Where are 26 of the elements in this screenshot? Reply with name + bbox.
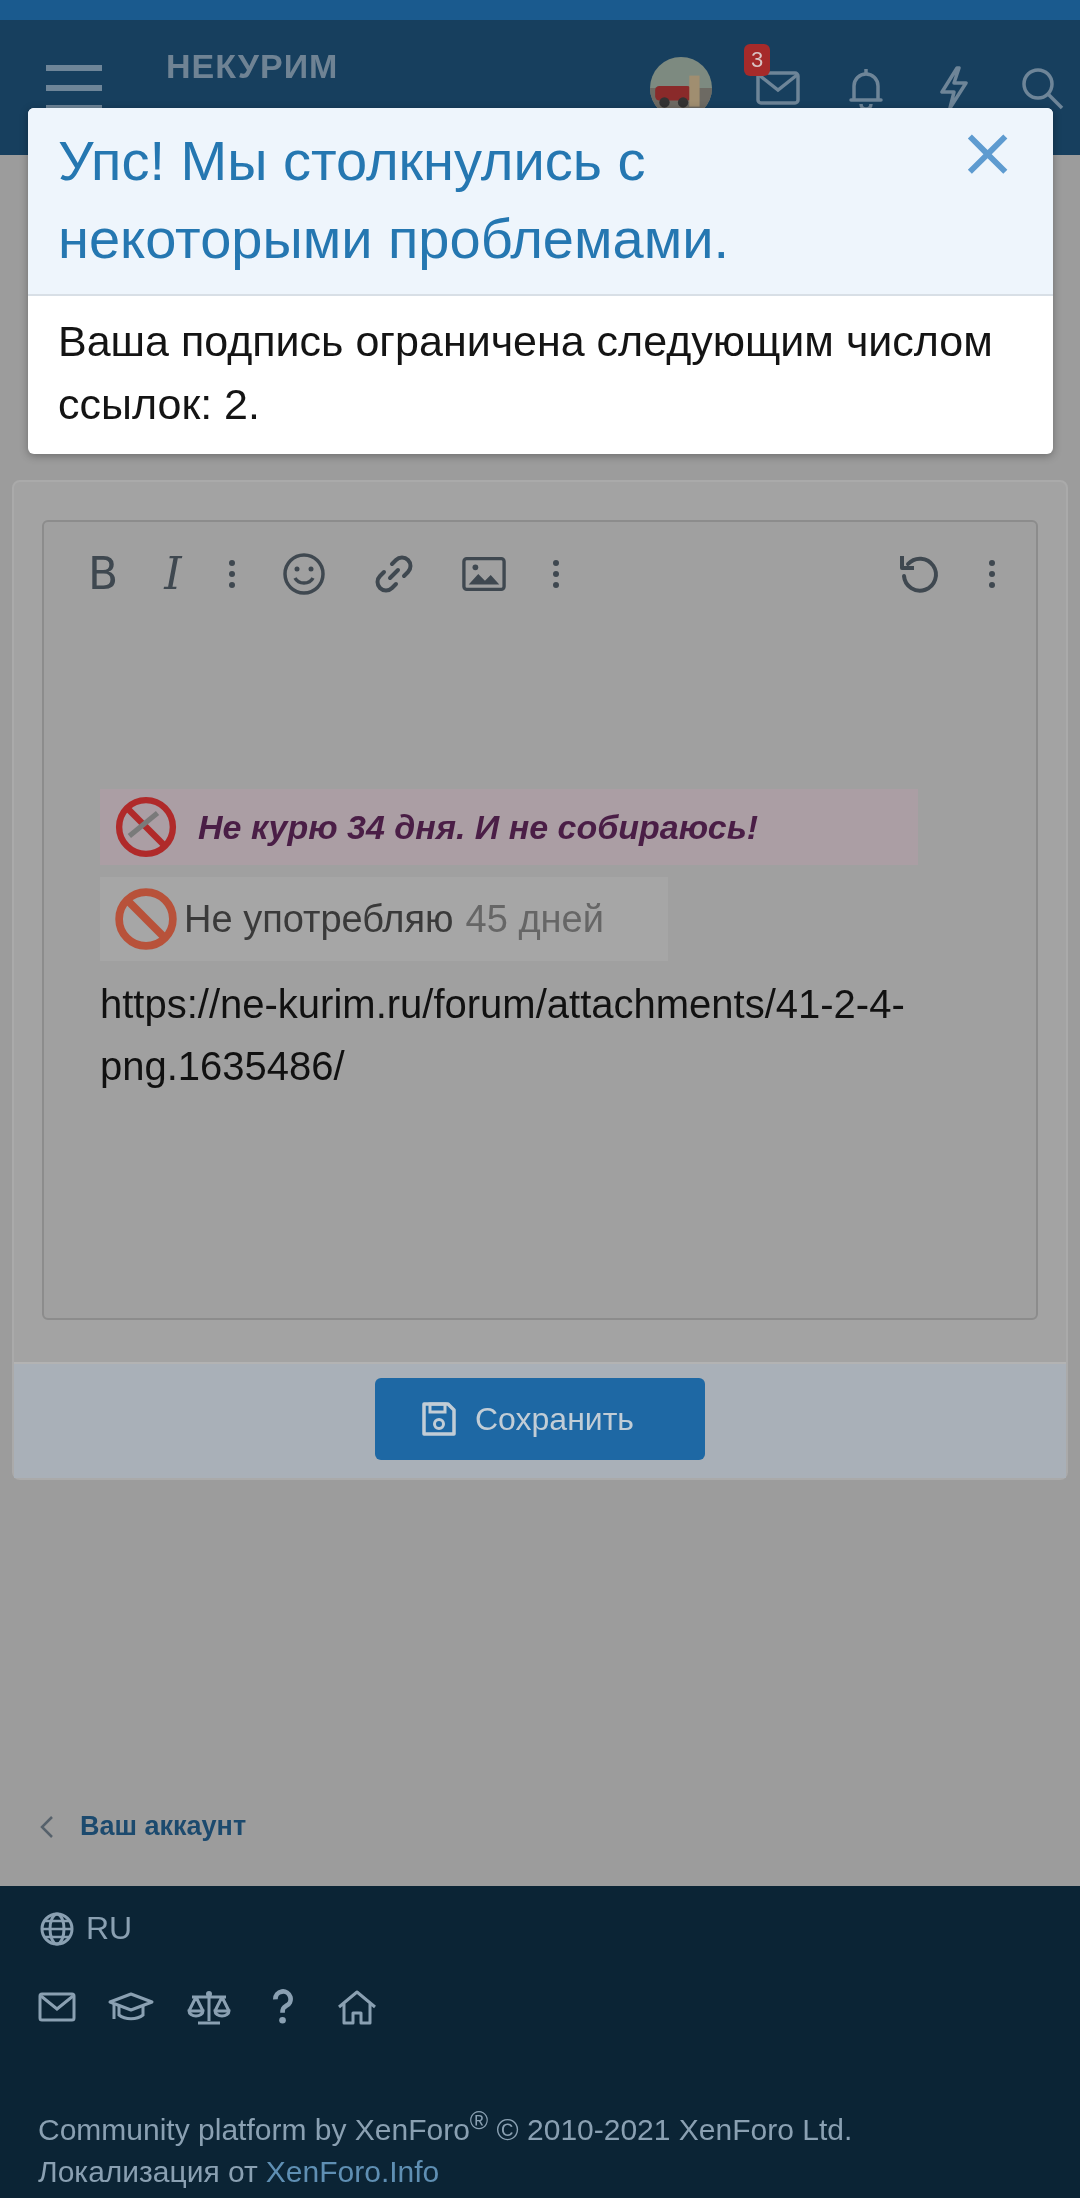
error-message: Ваша подпись ограничена следующим числом ссылок: 2. bbox=[57, 316, 994, 430]
chevron-left-icon bbox=[40, 1814, 54, 1839]
save-icon bbox=[421, 1401, 457, 1437]
language-link[interactable]: RU bbox=[86, 1910, 133, 1947]
save-button[interactable]: Сохранить bbox=[375, 1378, 705, 1460]
smiley-icon[interactable] bbox=[281, 551, 326, 596]
search-icon[interactable] bbox=[1020, 65, 1064, 110]
unread-badge: 3 bbox=[744, 43, 771, 76]
globe-icon[interactable] bbox=[38, 1910, 76, 1947]
no-smoking-icon bbox=[114, 795, 178, 859]
breadcrumb-link[interactable]: Ваш аккаунт bbox=[80, 1811, 247, 1842]
italic-button[interactable]: I bbox=[164, 548, 182, 599]
day-count: 45 дней bbox=[465, 897, 604, 941]
signature-editor[interactable]: B I Не курю 34 дня. И не собираюсь! Не употребляю 45 дней https://ne-kurim.ru/forum/attachments/41-2-4-png.1635486/ bbox=[42, 520, 1038, 1320]
bold-button[interactable]: B bbox=[88, 548, 119, 599]
banner-text: Не употребляю bbox=[184, 897, 454, 941]
localization-text: Локализация от bbox=[38, 2154, 258, 2190]
scales-icon[interactable] bbox=[186, 1989, 232, 2025]
no-smoking-icon bbox=[114, 887, 178, 951]
localization-link[interactable]: XenForo.Info bbox=[265, 2151, 440, 2193]
copyright-text: Community platform by XenForo$^{®}$ © 2010-2021 XenForo Ltd. bbox=[38, 2105, 854, 2148]
banner-text: Не курю 34 дня. И не собираюсь! bbox=[198, 807, 759, 847]
logo[interactable]: НЕКУРИМ bbox=[166, 47, 339, 84]
signature-link-text: https://ne-kurim.ru/forum/attachments/41-2-4-png.1635486/ bbox=[100, 981, 906, 1090]
dialog-title: Упс! Мы столкнулись с некоторыми проблемами. bbox=[58, 128, 730, 272]
close-button[interactable]: × bbox=[952, 122, 1023, 182]
